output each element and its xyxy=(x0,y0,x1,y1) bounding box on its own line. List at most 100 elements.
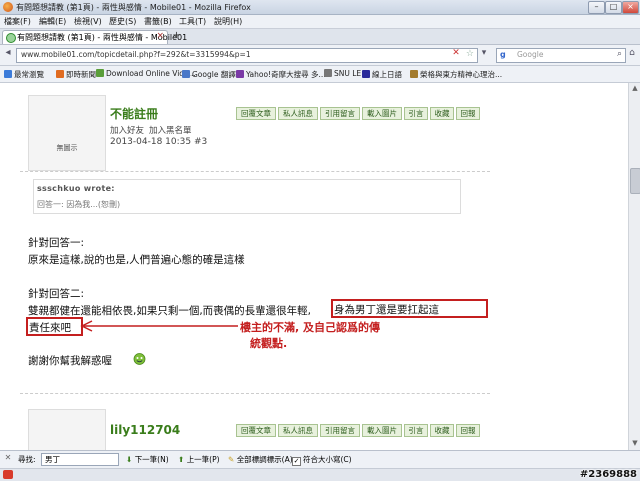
find-input[interactable]: 男丁 xyxy=(41,453,119,466)
match-case-checkbox[interactable]: ✓ 符合大小寫(C) xyxy=(292,454,352,466)
menu-help[interactable]: 說明(H) xyxy=(214,16,242,27)
highlight-box: 身為男丁還是要扛起這 xyxy=(331,299,488,318)
menu-file[interactable]: 檔案(F) xyxy=(4,16,31,27)
avatar: 無圖示 xyxy=(28,95,106,171)
bookmark-item[interactable]: 即時新聞 xyxy=(56,69,96,80)
private-message-button[interactable]: 私人訊息 xyxy=(278,107,318,120)
highlight-all-button[interactable]: ✎ 全部標調標示(A) xyxy=(228,454,293,465)
post-action-buttons: 回覆文章 私人訊息 引用留言 載入圖片 引言 收藏 回報 xyxy=(236,424,486,437)
scroll-thumb[interactable] xyxy=(630,168,640,194)
google-logo-icon: g xyxy=(500,50,506,59)
watermark-text: #2369888 xyxy=(579,469,637,480)
bookmark-item[interactable]: 最常瀏覽 xyxy=(4,69,44,80)
scroll-up-icon[interactable]: ▲ xyxy=(630,84,640,94)
favorite-button[interactable]: 收藏 xyxy=(430,107,454,120)
divider xyxy=(20,393,490,394)
dropdown-chevron-icon[interactable]: ▾ xyxy=(478,48,490,61)
url-text: www.mobile01.com/topicdetail.php?f=292&t… xyxy=(21,50,251,59)
maximize-button[interactable]: □ xyxy=(605,1,622,14)
menu-tools[interactable]: 工具(T) xyxy=(179,16,206,27)
quote-reply-button[interactable]: 引用留言 xyxy=(320,424,360,437)
post-text-segment: 雙親都健在還能相依畏,如果只剩一個,而喪偶的長輩還很年輕, xyxy=(28,305,312,317)
post-username[interactable]: 不能註冊 xyxy=(110,105,158,122)
quote-author: ssschkuo wrote: xyxy=(37,184,115,193)
post-text-line: 針對回答一: xyxy=(28,237,85,249)
avatar xyxy=(28,409,106,450)
find-input-value: 男丁 xyxy=(45,455,60,464)
addon-icon xyxy=(3,470,13,479)
avatar-placeholder-text: 無圖示 xyxy=(56,144,78,152)
post-text-line: 原來是這樣,說的也是,人們普遍心態的確是這樣 xyxy=(28,254,245,266)
bookmark-item[interactable]: Google 翻譯 xyxy=(182,69,236,80)
new-tab-button[interactable]: + xyxy=(170,30,183,42)
vertical-scrollbar[interactable]: ▲ ▼ xyxy=(628,83,640,450)
quote-body: 回答一: 因為我...(恕刪) xyxy=(37,200,121,209)
bookmark-item[interactable]: 線上日語 xyxy=(362,69,402,80)
add-friend-link[interactable]: 加入好友 xyxy=(110,124,144,136)
find-bar: ✕ 尋找: 男丁 ⬇ 下一筆(N) ⬆ 上一筆(P) ✎ 全部標調標示(A) ✓… xyxy=(0,450,640,468)
bookmark-icon xyxy=(182,70,190,78)
annotation-note: 樓主的不滿, 及自己認爲的傳 統觀點. xyxy=(240,321,381,350)
post-text-line: 雙親都健在還能相依畏,如果只剩一個,而喪偶的長輩還很年輕, xyxy=(28,303,311,318)
status-bar: #2369888 xyxy=(0,468,640,481)
bookmark-icon xyxy=(410,70,418,78)
private-message-button[interactable]: 私人訊息 xyxy=(278,424,318,437)
menu-edit[interactable]: 編輯(E) xyxy=(39,16,66,27)
reply-button[interactable]: 回覆文章 xyxy=(236,107,276,120)
favorite-button[interactable]: 收藏 xyxy=(430,424,454,437)
reply-button[interactable]: 回覆文章 xyxy=(236,424,276,437)
find-previous-button[interactable]: ⬆ 上一筆(P) xyxy=(178,454,220,465)
close-find-icon[interactable]: ✕ xyxy=(3,453,13,463)
search-box[interactable]: g Google ⌕ xyxy=(496,48,626,63)
navigation-bar: ◂ www.mobile01.com/topicdetail.php?f=292… xyxy=(0,45,640,66)
menu-view[interactable]: 檢視(V) xyxy=(74,16,102,27)
firefox-icon xyxy=(3,2,13,12)
window-title: 有問題想請教 (第1頁) - 兩性與感情 - Mobile01 - Mozill… xyxy=(16,3,251,12)
rss-icon xyxy=(56,70,64,78)
highlight-icon: ✎ xyxy=(228,455,235,464)
cite-button[interactable]: 引言 xyxy=(404,424,428,437)
post-meta: 2013-04-18 10:35 #3 xyxy=(110,137,208,147)
url-bar[interactable]: www.mobile01.com/topicdetail.php?f=292&t… xyxy=(16,48,478,63)
annotation-arrow xyxy=(80,320,238,332)
bookmark-item[interactable]: Download Online Vide... xyxy=(96,69,196,78)
load-images-button[interactable]: 載入圖片 xyxy=(362,424,402,437)
smiley-emoji-icon xyxy=(133,353,146,365)
highlighted-text: 責任來吧 xyxy=(29,322,71,334)
mobile01-favicon-icon xyxy=(6,33,16,43)
search-placeholder: Google xyxy=(517,50,544,59)
find-label: 尋找: xyxy=(18,455,36,464)
scroll-down-icon[interactable]: ▼ xyxy=(630,439,640,449)
minimize-button[interactable]: – xyxy=(588,1,605,14)
divider xyxy=(20,171,490,172)
report-button[interactable]: 回報 xyxy=(456,107,480,120)
home-icon[interactable]: ⌂ xyxy=(626,48,638,61)
bookmark-star-icon[interactable]: ☆ xyxy=(466,49,474,59)
add-blacklist-link[interactable]: 加入黑名單 xyxy=(149,124,192,136)
tab-active[interactable]: 有問題想請教 (第1頁) - 兩性與感情 - Mobile01 × xyxy=(2,30,187,44)
up-arrow-icon: ⬆ xyxy=(178,455,185,464)
cite-button[interactable]: 引言 xyxy=(404,107,428,120)
close-window-button[interactable]: × xyxy=(622,1,639,14)
bookmark-item[interactable]: 榮格與東方精神心理治... xyxy=(410,69,502,80)
reload-stop-icon[interactable]: ✕ xyxy=(450,48,462,61)
report-button[interactable]: 回報 xyxy=(456,424,480,437)
load-images-button[interactable]: 載入圖片 xyxy=(362,107,402,120)
bookmark-icon xyxy=(96,69,104,77)
post-username[interactable]: lily112704 xyxy=(110,423,180,437)
post-action-buttons: 回覆文章 私人訊息 引用留言 載入圖片 引言 收藏 回報 xyxy=(236,107,486,120)
tab-close-icon[interactable]: × xyxy=(156,31,164,41)
menu-bookmarks[interactable]: 書籤(B) xyxy=(144,16,172,27)
search-icon[interactable]: ⌕ xyxy=(617,49,622,59)
back-arrow-icon[interactable]: ◂ xyxy=(2,47,14,61)
quote-reply-button[interactable]: 引用留言 xyxy=(320,107,360,120)
bookmark-item[interactable]: Yahoo!奇摩大搜尋 多... xyxy=(236,69,326,80)
post-text-line: 針對回答二: xyxy=(28,288,85,300)
bookmark-item[interactable]: SNU LE xyxy=(324,69,361,78)
tab-bar: 有問題想請教 (第1頁) - 兩性與感情 - Mobile01 × + xyxy=(0,29,640,45)
checkbox-checked-icon: ✓ xyxy=(292,457,301,466)
page-content: 無圖示 不能註冊 加入好友 加入黑名單 2013-04-18 10:35 #3 … xyxy=(0,83,628,450)
find-next-button[interactable]: ⬇ 下一筆(N) xyxy=(126,454,169,465)
post-text-line: 謝謝你幫我解惑喔 xyxy=(28,355,112,367)
menu-history[interactable]: 歷史(S) xyxy=(109,16,136,27)
